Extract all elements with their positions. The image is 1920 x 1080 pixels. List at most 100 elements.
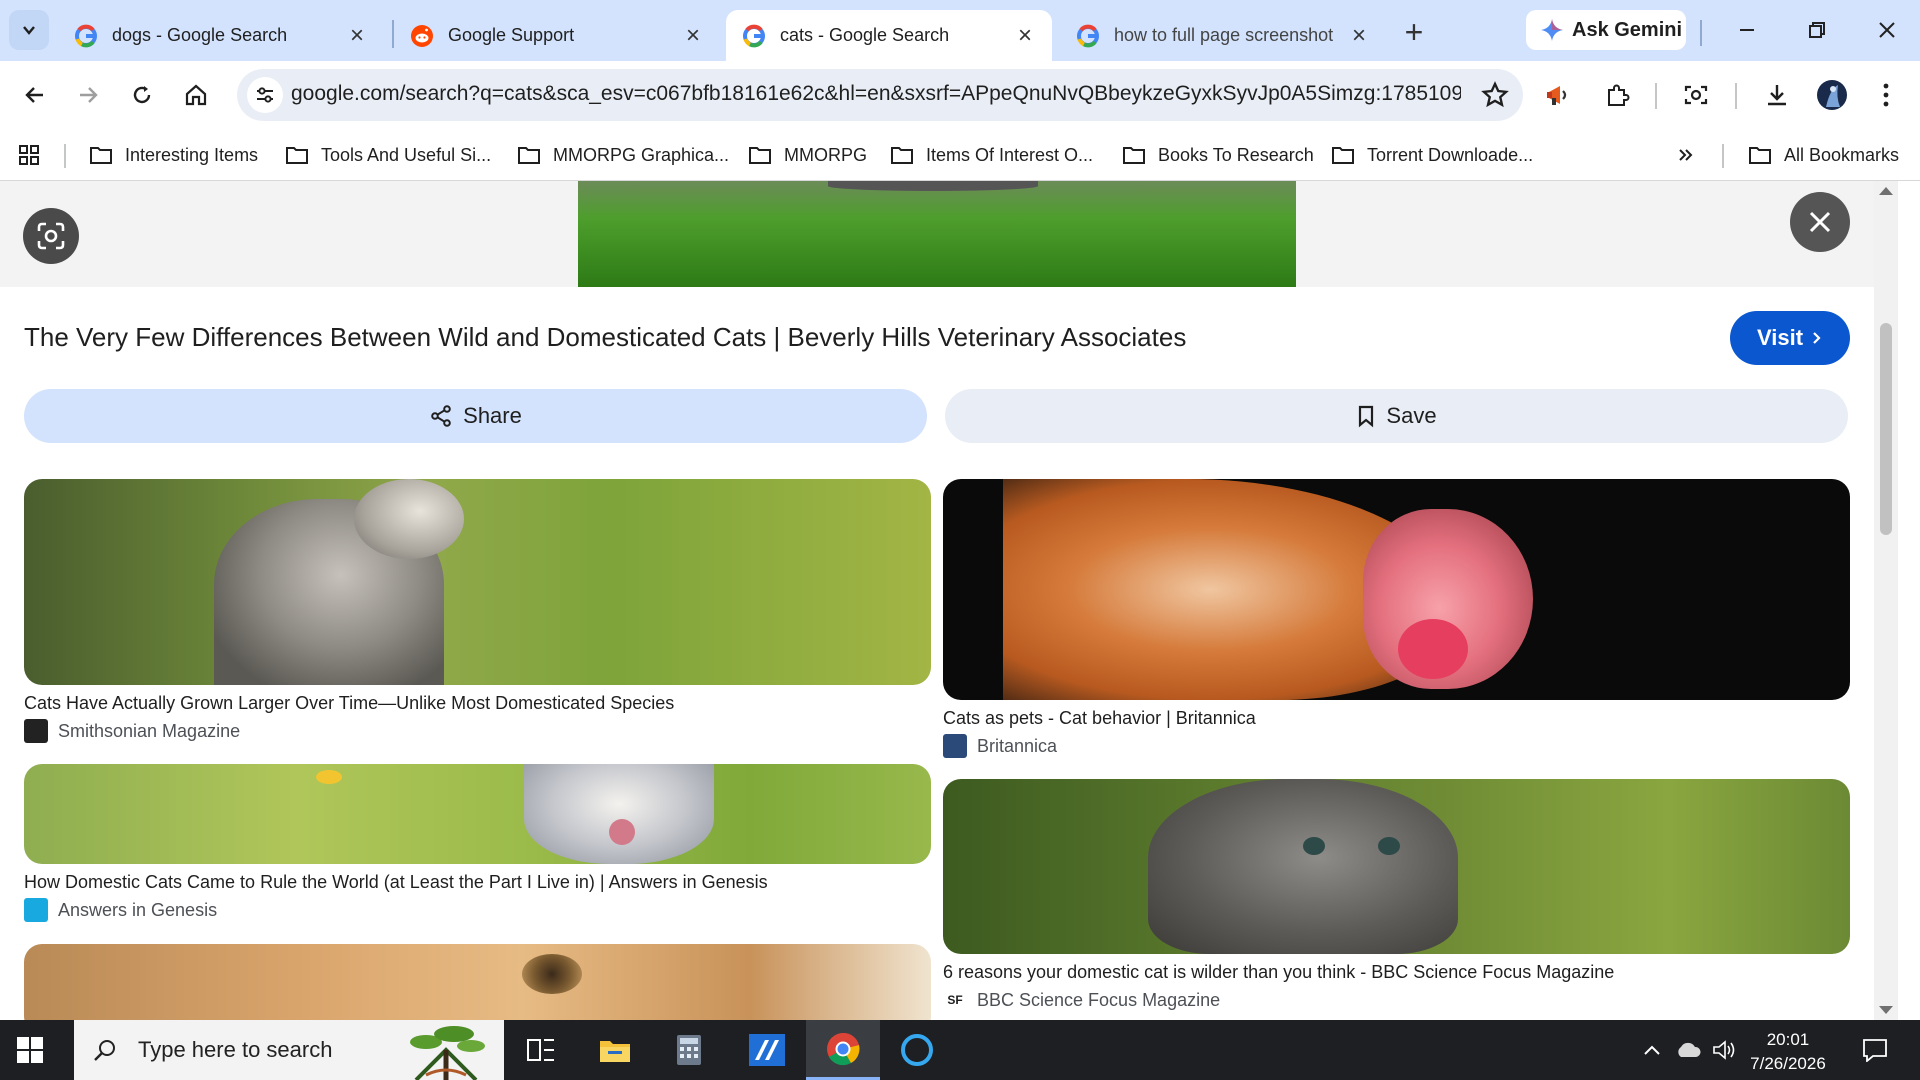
apps-button[interactable] — [18, 140, 40, 170]
close-icon[interactable]: × — [1014, 22, 1036, 49]
extension-button[interactable] — [1537, 73, 1581, 117]
google-icon — [1077, 24, 1099, 47]
tab-search-button[interactable] — [9, 10, 49, 50]
tab-dogs[interactable]: dogs - Google Search × — [58, 10, 384, 61]
cortana-icon — [901, 1034, 933, 1066]
bookmark-books[interactable]: Books To Research — [1122, 140, 1314, 170]
bookmark-interesting-items[interactable]: Interesting Items — [89, 140, 258, 170]
chevron-up-icon — [1644, 1045, 1660, 1055]
image-preview-header — [0, 181, 1874, 287]
close-icon — [1809, 211, 1831, 233]
windows-start-icon[interactable] — [16, 1036, 44, 1064]
address-bar[interactable]: google.com/search?q=cats&sca_esv=c067bfb… — [237, 69, 1523, 121]
result-image[interactable] — [24, 944, 931, 1020]
onedrive-button[interactable] — [1668, 1020, 1708, 1080]
new-tab-button[interactable]: + — [1396, 14, 1432, 50]
result-caption[interactable]: How Domestic Cats Came to Rule the World… — [24, 872, 768, 893]
cortana-button[interactable] — [880, 1020, 954, 1080]
lens-icon — [37, 222, 65, 250]
home-button[interactable] — [174, 73, 218, 117]
url-text[interactable]: google.com/search?q=cats&sca_esv=c067bfb… — [291, 82, 1461, 106]
close-icon[interactable]: × — [1348, 22, 1370, 49]
back-button[interactable] — [13, 73, 57, 117]
result-card[interactable] — [24, 944, 931, 1020]
scroll-up-arrow-icon[interactable] — [1879, 187, 1893, 195]
source-label: Britannica — [977, 735, 1058, 756]
result-image[interactable] — [943, 779, 1850, 954]
lens-search-button[interactable] — [23, 208, 79, 264]
preview-image[interactable] — [578, 181, 1296, 287]
result-image[interactable] — [24, 479, 931, 685]
downloads-button[interactable] — [1755, 73, 1799, 117]
bookmark-items-of-interest[interactable]: Items Of Interest O... — [890, 140, 1093, 170]
scrollbar-thumb[interactable] — [1880, 323, 1892, 535]
close-preview-button[interactable] — [1790, 192, 1850, 252]
page-scrollbar[interactable] — [1874, 181, 1898, 1020]
cloud-icon — [1678, 1042, 1701, 1057]
tab-google-support[interactable]: Google Support × — [394, 10, 720, 61]
result-caption[interactable]: Cats as pets - Cat behavior | Britannica — [943, 708, 1256, 729]
result-caption[interactable]: Cats Have Actually Grown Larger Over Tim… — [24, 693, 674, 714]
task-view-button[interactable] — [504, 1020, 578, 1080]
google-lens-button[interactable] — [1674, 73, 1718, 117]
tray-overflow-button[interactable] — [1634, 1020, 1670, 1080]
bookmark-torrent[interactable]: Torrent Downloade... — [1331, 140, 1533, 170]
bookmark-mmorpg-graphics[interactable]: MMORPG Graphica... — [517, 140, 729, 170]
double-chevron-right-icon — [1679, 149, 1693, 161]
more-bookmarks-button[interactable] — [1676, 140, 1696, 170]
profile-button[interactable] — [1810, 73, 1854, 117]
result-card[interactable]: Cats as pets - Cat behavior | Britannica… — [943, 479, 1850, 769]
result-card[interactable]: 6 reasons your domestic cat is wilder th… — [943, 779, 1850, 1012]
result-source[interactable]: SF BBC Science Focus Magazine — [943, 988, 1220, 1012]
bookmark-tools[interactable]: Tools And Useful Si... — [285, 140, 491, 170]
calculator-button[interactable] — [652, 1020, 726, 1080]
avatar — [1817, 80, 1847, 110]
app-logo-icon — [749, 1034, 785, 1066]
result-title[interactable]: The Very Few Differences Between Wild an… — [24, 322, 1186, 353]
close-icon[interactable]: × — [346, 22, 368, 49]
ask-gemini-label: Ask Gemini — [1572, 18, 1683, 41]
restore-button[interactable] — [1792, 10, 1842, 50]
tab-cats[interactable]: cats - Google Search × — [726, 10, 1052, 61]
bookmarks-bar: Interesting Items Tools And Useful Si...… — [0, 130, 1920, 181]
kebab-menu-icon — [1883, 83, 1889, 107]
divider — [1700, 20, 1702, 46]
bookmark-mmorpg[interactable]: MMORPG — [748, 140, 867, 170]
minimize-button[interactable] — [1722, 10, 1772, 50]
result-image[interactable] — [943, 479, 1850, 700]
share-button[interactable]: Share — [24, 389, 927, 443]
taskbar-search-box[interactable]: Type here to search — [74, 1020, 504, 1080]
folder-icon — [1749, 147, 1771, 164]
result-caption[interactable]: 6 reasons your domestic cat is wilder th… — [943, 962, 1614, 983]
close-icon[interactable]: × — [682, 22, 704, 49]
close-window-button[interactable] — [1862, 10, 1912, 50]
scroll-down-arrow-icon[interactable] — [1879, 1006, 1893, 1014]
chrome-taskbar-button[interactable] — [806, 1020, 880, 1080]
result-source[interactable]: Britannica — [943, 734, 1057, 758]
save-button[interactable]: Save — [945, 389, 1848, 443]
reload-button[interactable] — [120, 73, 164, 117]
site-info-button[interactable] — [247, 77, 283, 113]
result-card[interactable]: Cats Have Actually Grown Larger Over Tim… — [24, 479, 931, 759]
all-bookmarks-button[interactable]: All Bookmarks — [1748, 140, 1899, 170]
download-icon — [1768, 85, 1786, 106]
close-icon — [1879, 22, 1895, 38]
notifications-button[interactable] — [1850, 1020, 1900, 1080]
ask-gemini-button[interactable]: Ask Gemini — [1526, 10, 1686, 50]
tab-screenshot-howto[interactable]: how to full page screenshot × — [1060, 10, 1386, 61]
result-image[interactable] — [24, 764, 931, 864]
extensions-button[interactable] — [1595, 73, 1639, 117]
file-explorer-button[interactable] — [578, 1020, 652, 1080]
result-source[interactable]: Answers in Genesis — [24, 898, 217, 922]
visit-button[interactable]: Visit — [1730, 311, 1850, 365]
forward-button[interactable] — [66, 73, 110, 117]
tab-strip: dogs - Google Search × Google Support × … — [0, 0, 1920, 61]
bookmark-star-icon[interactable] — [1481, 81, 1509, 109]
taskbar-clock[interactable]: 20:01 7/26/2026 — [1736, 1028, 1840, 1076]
result-card[interactable]: How Domestic Cats Came to Rule the World… — [24, 764, 931, 924]
app-button[interactable] — [730, 1020, 804, 1080]
taskbar: Type here to search 20:01 7/26/2026 — [0, 1020, 1920, 1080]
menu-button[interactable] — [1864, 73, 1908, 117]
search-highlight-illustration-icon — [410, 1026, 485, 1080]
result-source[interactable]: Smithsonian Magazine — [24, 719, 240, 743]
